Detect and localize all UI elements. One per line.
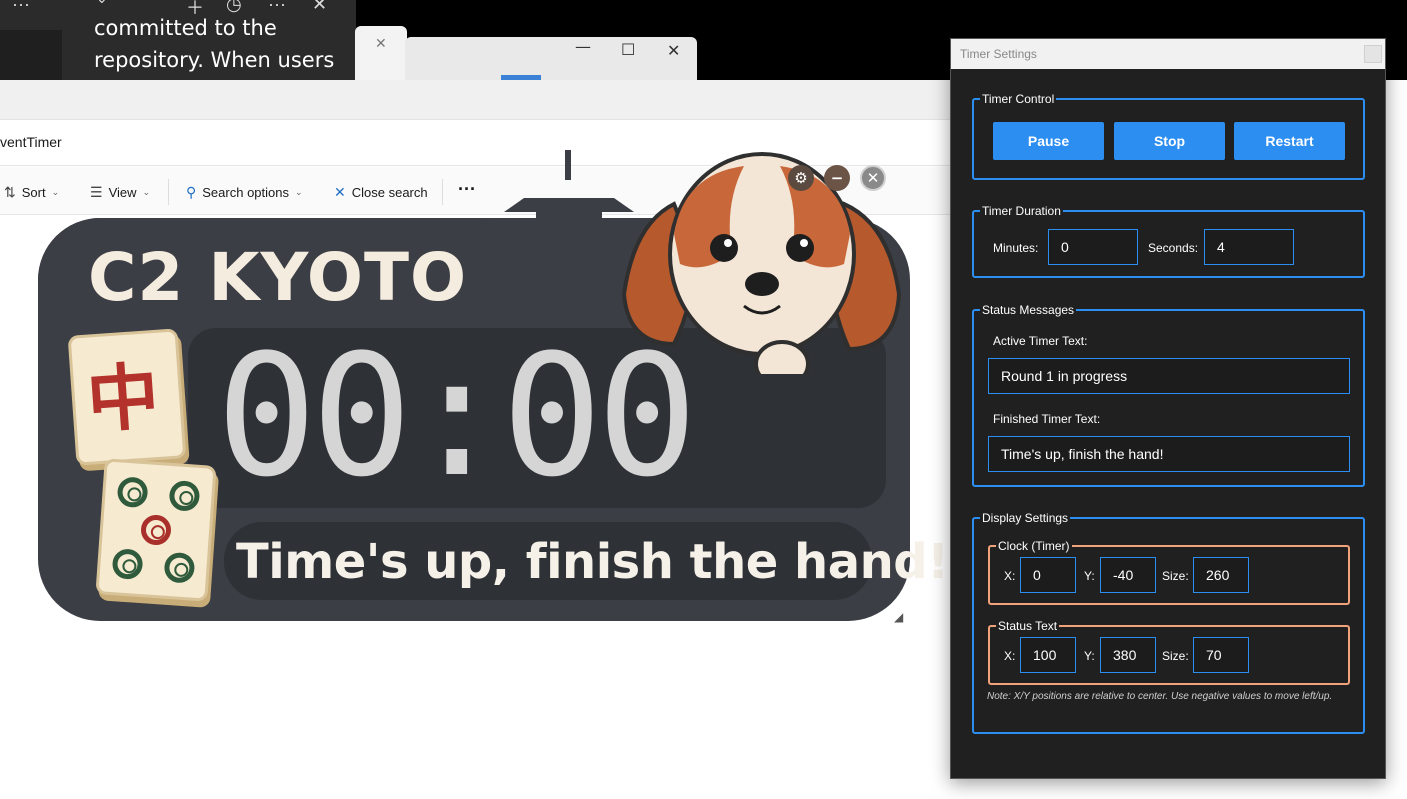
group-legend: Status Messages	[980, 303, 1077, 317]
minimize-icon[interactable]: —	[575, 37, 591, 56]
status-size-label: Size:	[1162, 649, 1189, 663]
status-y-input[interactable]: 380	[1100, 637, 1156, 673]
close-icon[interactable]: ✕	[375, 36, 387, 52]
group-legend: Timer Duration	[980, 204, 1063, 218]
tile-circle	[163, 551, 196, 584]
clock-y-input[interactable]: -40	[1100, 557, 1156, 593]
more-icon[interactable]: ···	[12, 0, 30, 15]
title-bar[interactable]: Timer Settings	[951, 39, 1385, 69]
status-x-input[interactable]: 100	[1020, 637, 1076, 673]
window-title: Timer Settings	[960, 47, 1037, 61]
group-legend: Display Settings	[980, 511, 1071, 525]
sort-icon: ⇅	[4, 184, 16, 200]
popup-sidebar	[0, 30, 62, 80]
background-window[interactable]: — ☐ ✕	[405, 37, 697, 80]
tile-circle	[116, 476, 149, 509]
group-legend: Clock (Timer)	[996, 539, 1072, 553]
finished-text-label: Finished Timer Text:	[993, 412, 1101, 426]
background-window-tab[interactable]: ✕	[355, 26, 407, 80]
timer-overlay[interactable]: C2 KYOTO 00:00 Time's up, finish the han…	[36, 150, 949, 625]
event-title: C2 KYOTO	[88, 239, 468, 316]
tile-character: 中	[84, 352, 162, 443]
seconds-label: Seconds:	[1148, 241, 1199, 255]
clock-size-label: Size:	[1162, 569, 1189, 583]
status-messages-group: Status Messages Active Timer Text: Round…	[972, 303, 1365, 487]
tile-circle	[168, 479, 201, 512]
minutes-label: Minutes:	[993, 241, 1039, 255]
mahjong-tile-five-circles	[95, 458, 217, 602]
clock-size-input[interactable]: 260	[1193, 557, 1249, 593]
notification-popup: ··· ⌄ ＋ ◷ ··· ✕ committed to the reposit…	[0, 0, 356, 80]
close-icon[interactable]: ✕	[860, 165, 886, 191]
clock-x-label: X:	[1004, 569, 1016, 583]
tile-circle	[111, 548, 144, 581]
status-x-label: X:	[1004, 649, 1016, 663]
timer-duration-group: Timer Duration Minutes: 0 Seconds: 4	[972, 204, 1365, 278]
close-icon[interactable]	[1364, 45, 1382, 63]
chevron-down-icon[interactable]: ⌄	[96, 0, 108, 7]
active-text-label: Active Timer Text:	[993, 334, 1088, 348]
timer-control-group: Timer Control Pause Stop Restart	[972, 92, 1365, 180]
active-text-input[interactable]: Round 1 in progress	[988, 358, 1350, 394]
clock-settings-group: Clock (Timer) X: 0 Y: -40 Size: 260	[988, 539, 1350, 605]
mahjong-tile-red-dragon: 中	[67, 328, 187, 466]
explorer-tab-strip	[0, 80, 951, 120]
close-icon[interactable]: ✕	[667, 41, 680, 60]
group-legend: Status Text	[996, 619, 1060, 633]
gear-icon[interactable]: ⚙	[788, 165, 814, 191]
seconds-input[interactable]: 4	[1204, 229, 1294, 265]
position-note: Note: X/Y positions are relative to cent…	[987, 691, 1333, 702]
clock-y-label: Y:	[1084, 569, 1095, 583]
maximize-icon[interactable]: ☐	[621, 40, 635, 59]
status-text-settings-group: Status Text X: 100 Y: 380 Size: 70	[988, 619, 1350, 685]
clock-x-input[interactable]: 0	[1020, 557, 1076, 593]
resize-grip-icon[interactable]: ◢	[894, 610, 903, 624]
tile-circle	[139, 513, 173, 547]
status-text: Time's up, finish the hand!	[236, 534, 949, 590]
restart-button[interactable]: Restart	[1234, 122, 1345, 160]
address-path[interactable]: ventTimer	[0, 134, 62, 150]
group-legend: Timer Control	[980, 92, 1057, 106]
status-size-input[interactable]: 70	[1193, 637, 1249, 673]
timer-settings-window: Timer Settings Timer Control Pause Stop …	[950, 38, 1386, 779]
stop-button[interactable]: Stop	[1114, 122, 1225, 160]
status-y-label: Y:	[1084, 649, 1095, 663]
pause-button[interactable]: Pause	[993, 122, 1104, 160]
minutes-input[interactable]: 0	[1048, 229, 1138, 265]
minimize-icon[interactable]: −	[824, 165, 850, 191]
finished-text-input[interactable]: Time's up, finish the hand!	[988, 436, 1350, 472]
popup-text: committed to the repository. When users	[94, 16, 335, 72]
